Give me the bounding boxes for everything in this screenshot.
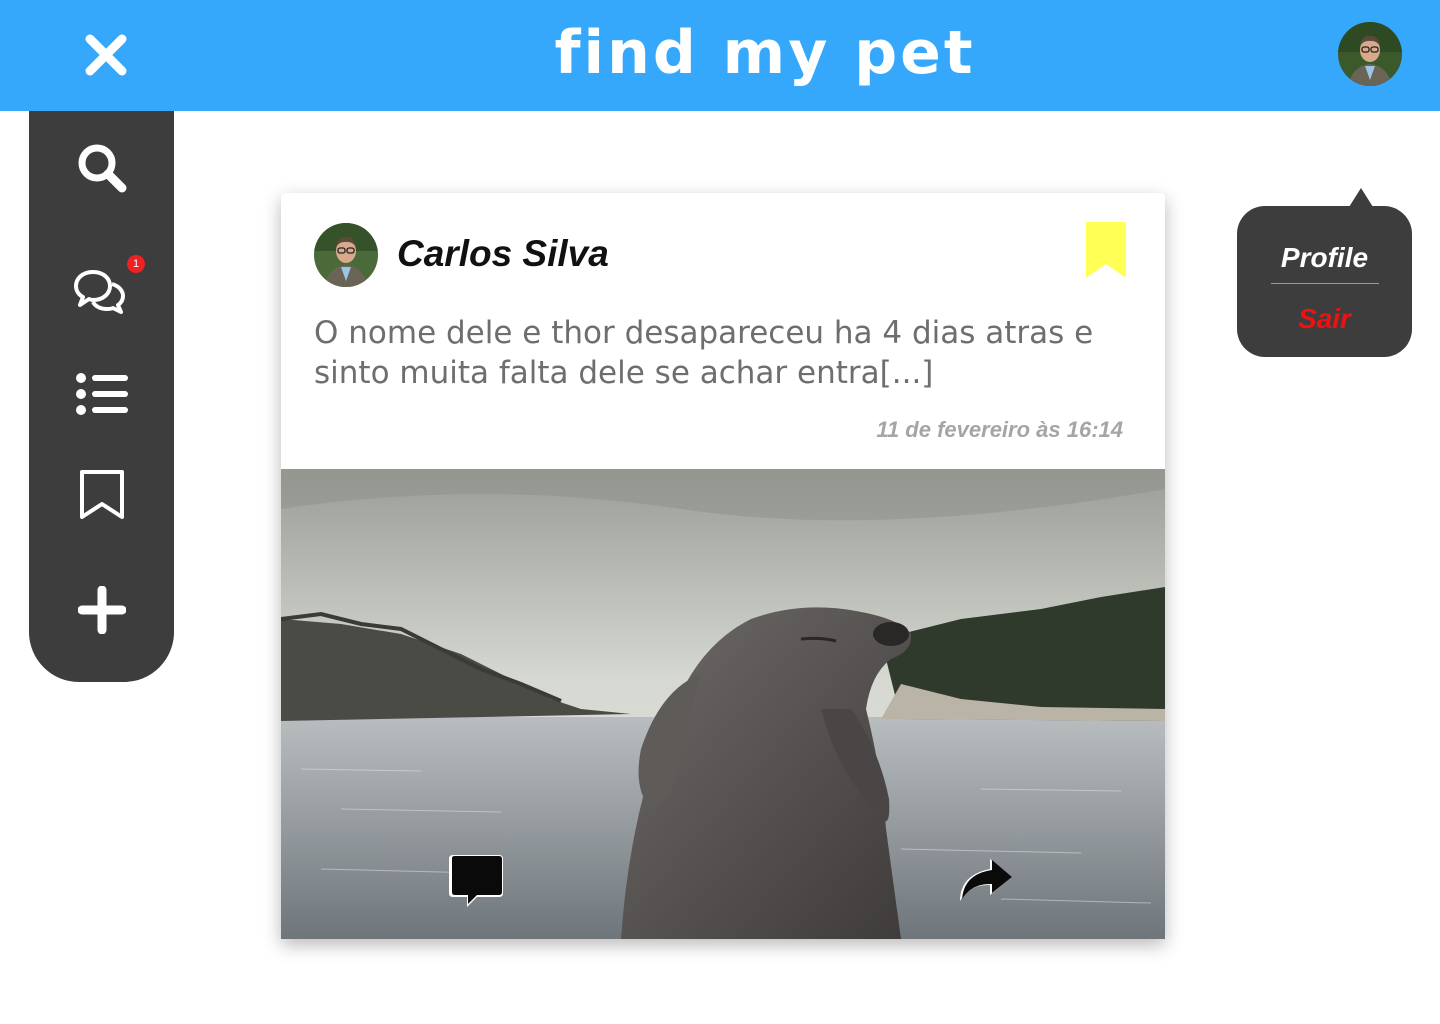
bookmark-outline-icon [79,470,124,519]
search-icon [78,144,126,193]
user-avatar-icon [314,223,378,287]
sidebar-item-search[interactable] [29,133,174,203]
post-photo[interactable] [281,469,1165,939]
sidebar: 1 [29,111,174,682]
menu-caret [1349,188,1373,207]
sidebar-item-new-post[interactable] [29,575,174,645]
menu-item-logout[interactable]: Sair [1237,303,1412,335]
header-avatar[interactable] [1338,22,1402,86]
sidebar-item-list[interactable] [29,359,174,429]
post-author-avatar[interactable] [314,223,378,287]
bookmark-filled-icon [1086,222,1126,278]
post-description: O nome dele e thor desapareceu ha 4 dias… [314,315,1094,391]
chat-bubbles-icon [74,270,125,314]
menu-divider [1271,283,1379,284]
sidebar-item-saved[interactable] [29,460,174,530]
app-logo: find my pet [554,18,976,88]
post-card: Carlos Silva O nome dele e thor desapare… [281,193,1165,939]
list-icon [75,373,128,415]
plus-icon [77,586,126,634]
sidebar-item-chats[interactable]: 1 [29,255,174,327]
user-menu: Profile Sair [1237,188,1412,357]
comment-icon [449,855,503,907]
post-author-name[interactable]: Carlos Silva [397,233,609,275]
top-bar: find my pet [0,0,1440,111]
menu-item-profile[interactable]: Profile [1237,242,1412,274]
chat-notification-badge: 1 [127,255,145,273]
bookmark-button[interactable] [1086,222,1126,278]
share-button[interactable] [956,857,1014,910]
dog-photo [281,469,1165,939]
user-avatar-icon [1338,22,1402,86]
comment-button[interactable] [447,855,505,914]
share-icon [960,859,1012,901]
post-timestamp: 11 de fevereiro às 16:14 [876,417,1123,442]
